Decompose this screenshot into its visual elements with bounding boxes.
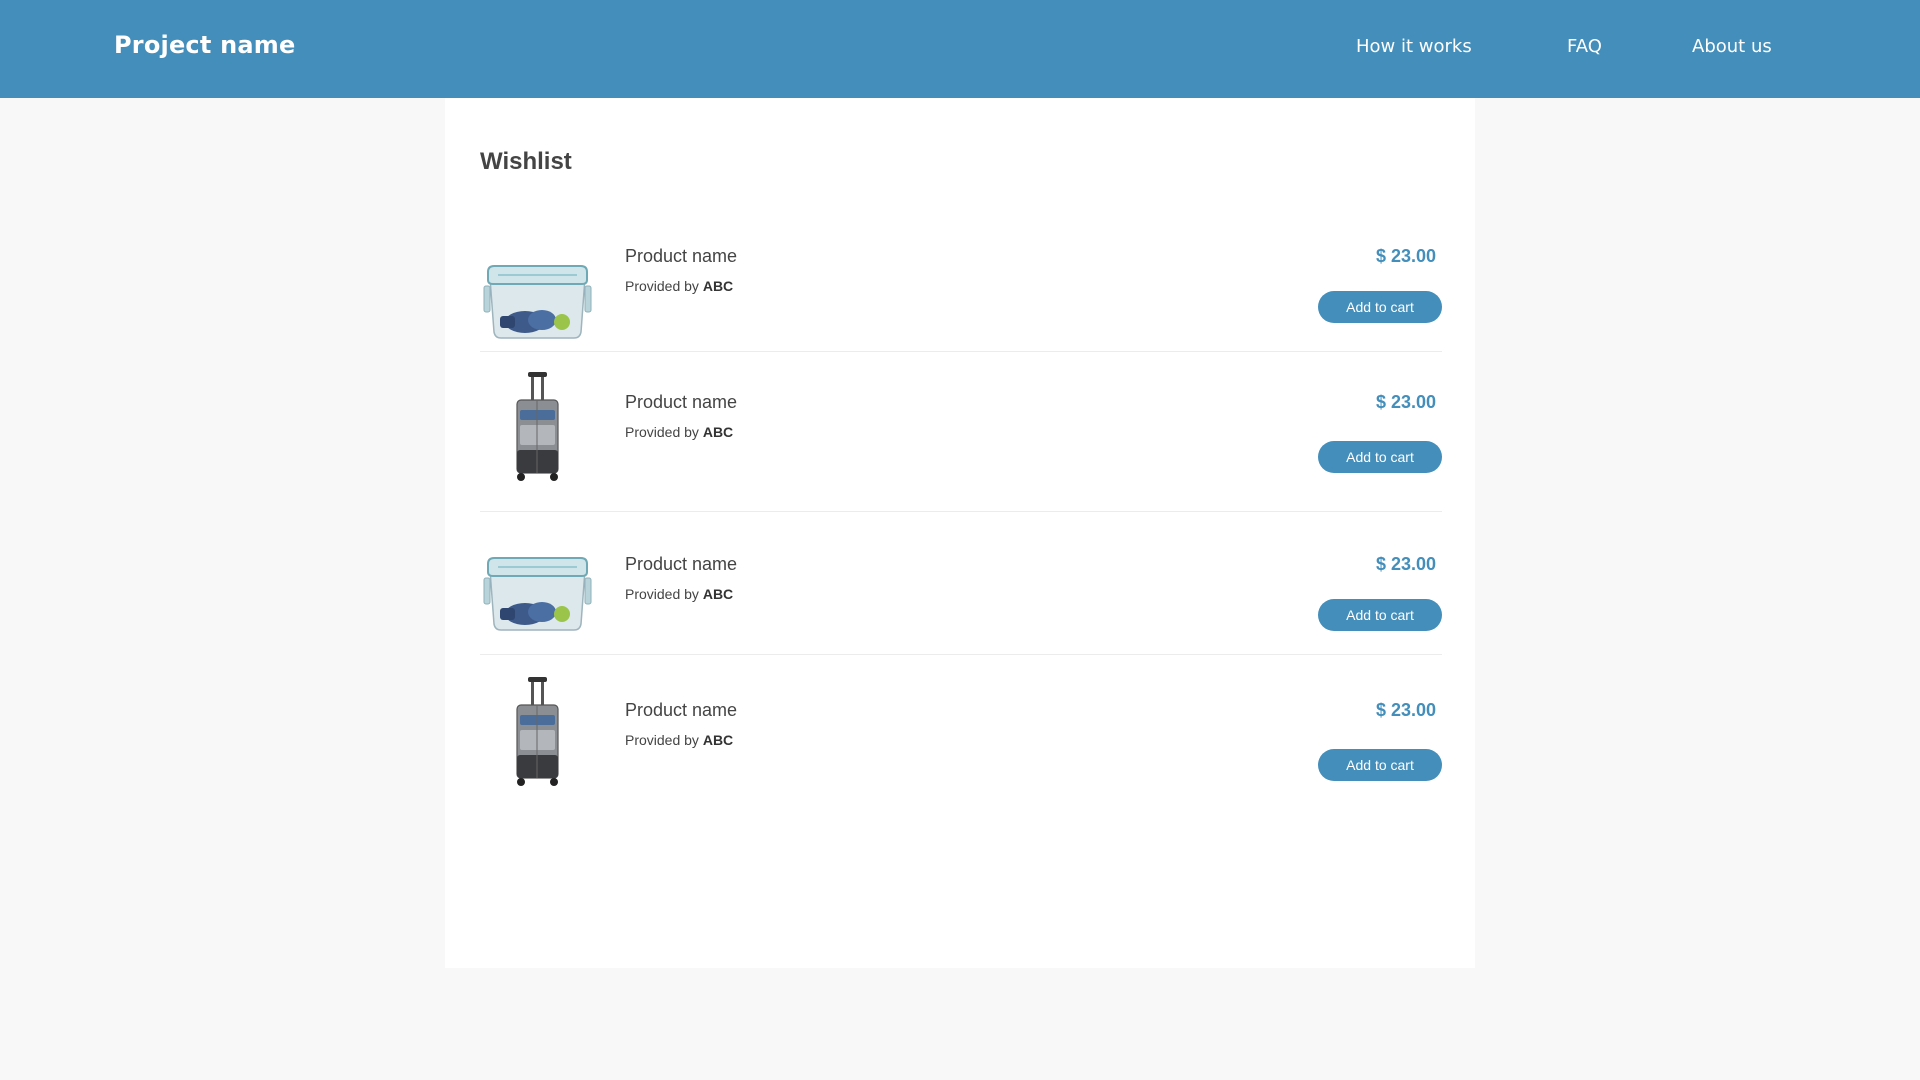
wishlist-item: Product name Provided by ABC $23.00 Add …	[480, 368, 1442, 518]
product-name[interactable]: Product name	[625, 392, 737, 413]
price-value: 23.00	[1390, 700, 1436, 720]
suitcase-icon	[480, 675, 595, 790]
price: $23.00	[1376, 392, 1436, 413]
food-container-icon	[480, 236, 595, 351]
provided-by: Provided by ABC	[625, 586, 733, 602]
price-value: 23.00	[1390, 246, 1436, 266]
suitcase-icon	[480, 370, 595, 485]
nav-faq[interactable]: FAQ	[1567, 36, 1602, 57]
item-divider	[480, 654, 1442, 655]
page-title: Wishlist	[480, 148, 572, 175]
product-name[interactable]: Product name	[625, 246, 737, 267]
provider-name: ABC	[702, 278, 734, 294]
provided-by: Provided by ABC	[625, 732, 733, 748]
provider-name: ABC	[702, 586, 734, 602]
provided-by-label: Provided by	[625, 732, 699, 748]
price-currency: $	[1375, 392, 1386, 412]
price-value: 23.00	[1390, 392, 1436, 412]
item-divider	[480, 351, 1442, 352]
wishlist-item: Product name Provided by ABC $23.00 Add …	[480, 236, 1442, 366]
wishlist-item: Product name Provided by ABC $23.00 Add …	[480, 673, 1442, 823]
item-divider	[480, 511, 1442, 512]
product-name[interactable]: Product name	[625, 700, 737, 721]
food-container-icon	[480, 528, 595, 643]
provided-by-label: Provided by	[625, 424, 699, 440]
add-to-cart-button[interactable]: Add to cart	[1318, 291, 1442, 323]
provided-by: Provided by ABC	[625, 424, 733, 440]
price: $23.00	[1376, 700, 1436, 721]
product-name[interactable]: Product name	[625, 554, 737, 575]
price-currency: $	[1375, 554, 1386, 574]
nav-how-it-works[interactable]: How it works	[1356, 36, 1472, 57]
brand-logo[interactable]: Project name	[114, 31, 295, 59]
add-to-cart-button[interactable]: Add to cart	[1318, 749, 1442, 781]
price-currency: $	[1375, 700, 1386, 720]
price-currency: $	[1375, 246, 1386, 266]
wishlist-panel: Wishlist Product name Provided by ABC $2…	[445, 98, 1475, 968]
add-to-cart-button[interactable]: Add to cart	[1318, 441, 1442, 473]
price: $23.00	[1376, 554, 1436, 575]
provided-by-label: Provided by	[625, 278, 699, 294]
nav-about-us[interactable]: About us	[1692, 36, 1772, 57]
provider-name: ABC	[702, 424, 734, 440]
price: $23.00	[1376, 246, 1436, 267]
wishlist-item: Product name Provided by ABC $23.00 Add …	[480, 528, 1442, 658]
price-value: 23.00	[1390, 554, 1436, 574]
provided-by: Provided by ABC	[625, 278, 733, 294]
provider-name: ABC	[702, 732, 734, 748]
header-bar: Project name How it works FAQ About us	[0, 0, 1920, 98]
provided-by-label: Provided by	[625, 586, 699, 602]
add-to-cart-button[interactable]: Add to cart	[1318, 599, 1442, 631]
